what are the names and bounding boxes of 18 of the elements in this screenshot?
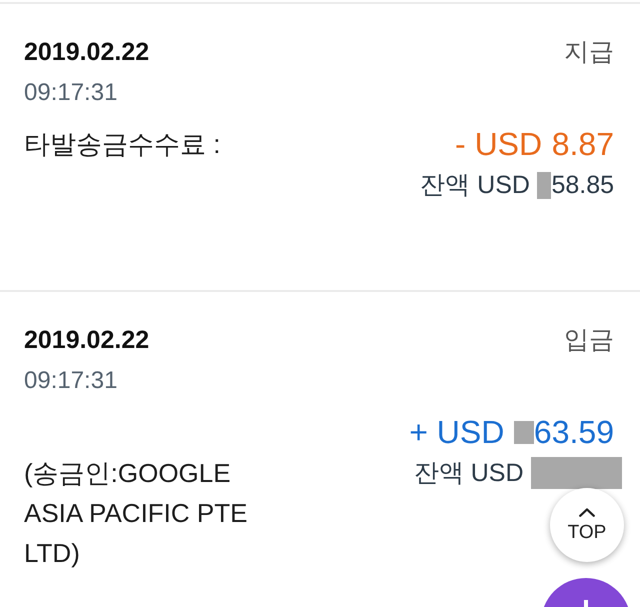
transaction-date: 2019.02.22	[24, 325, 150, 356]
transaction-description: (송금인:GOOGLE ASIA PACIFIC PTE LTD)	[24, 457, 248, 570]
balance-label: 잔액 USD	[414, 458, 524, 489]
balance-value: 58.85	[551, 170, 614, 201]
plus-icon	[584, 600, 588, 607]
transaction-date: 2019.02.22	[24, 37, 150, 68]
amount-currency: + USD	[409, 414, 504, 450]
transaction-description: 타발송금수수료 :	[24, 128, 220, 161]
balance-label: 잔액 USD	[420, 170, 530, 201]
amount-value: 8.87	[552, 126, 614, 162]
scroll-top-button[interactable]: TOP	[550, 488, 624, 562]
transaction-type: 입금	[564, 325, 614, 356]
transaction-time: 09:17:31	[24, 366, 118, 396]
chevron-up-icon	[579, 508, 595, 517]
transaction-time: 09:17:31	[24, 78, 118, 108]
amount-value: 63.59	[534, 414, 614, 450]
amount-currency: - USD	[455, 126, 542, 162]
transaction-type: 지급	[564, 37, 614, 68]
